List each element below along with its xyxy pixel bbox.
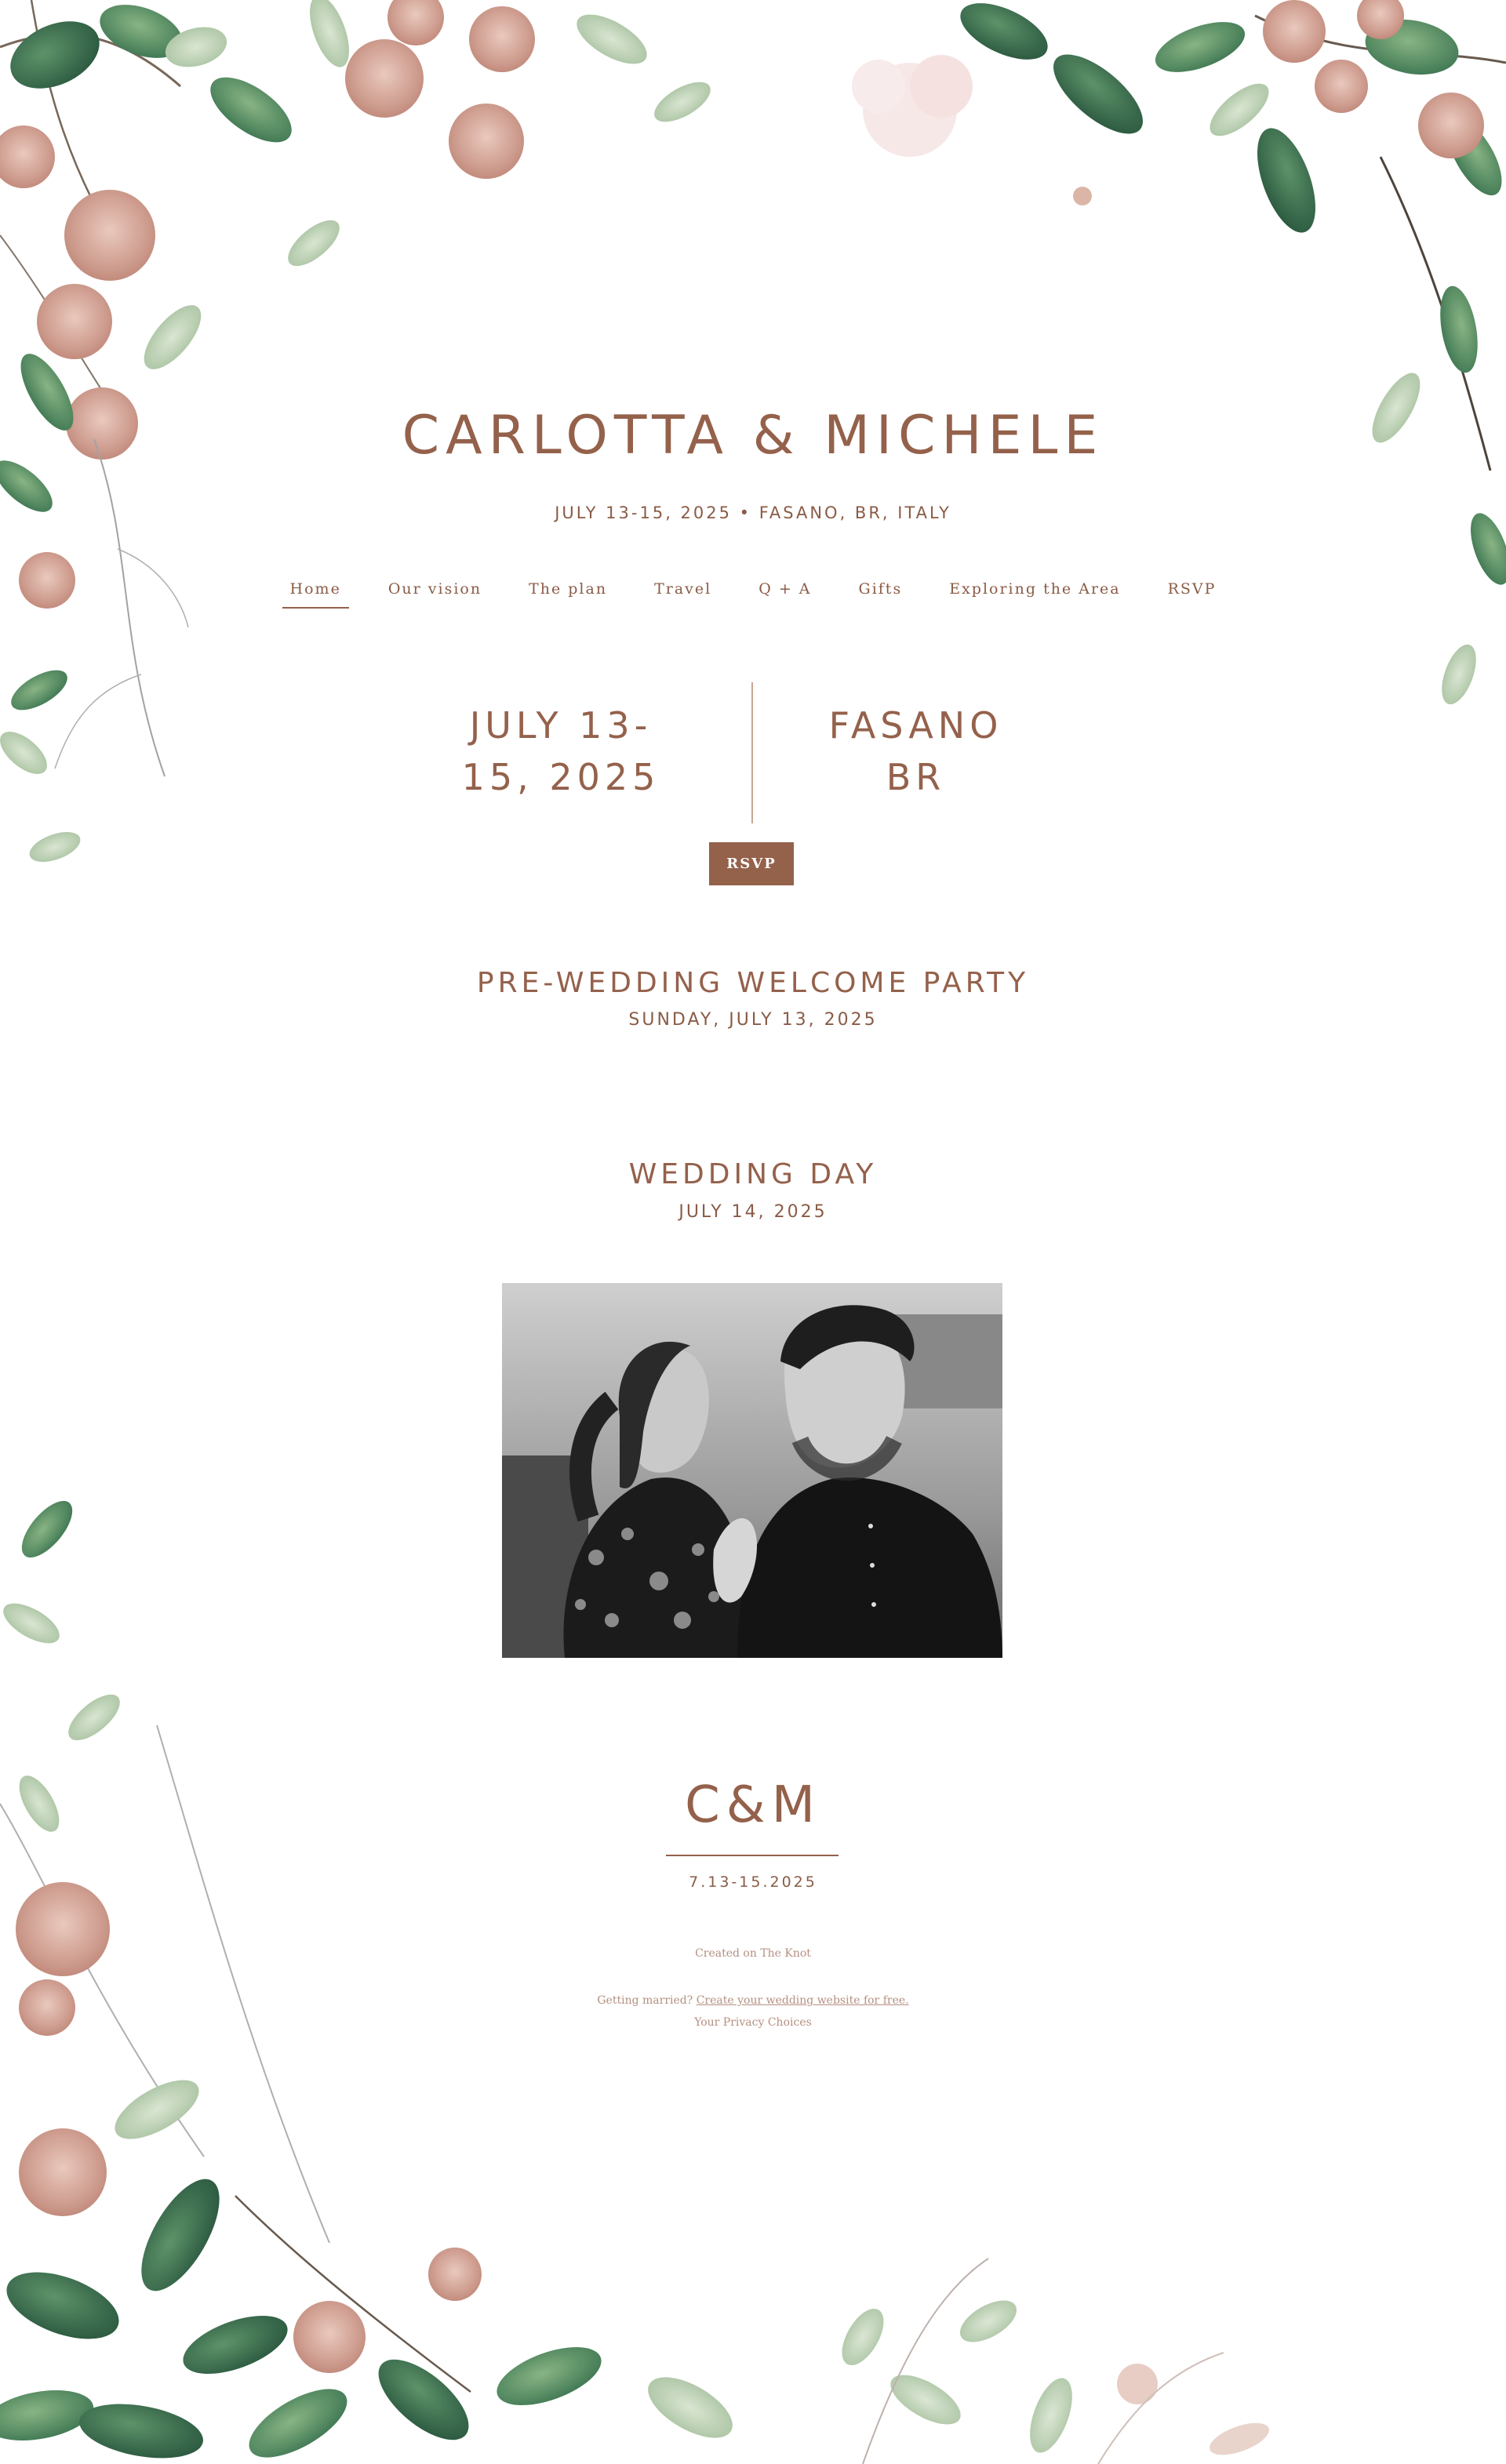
nav-item-q-and-a[interactable]: Q + A	[751, 579, 819, 609]
main-navigation: Home Our vision The plan Travel Q + A Gi…	[0, 579, 1506, 609]
hero-date-line-2: 15, 2025	[461, 756, 660, 798]
nav-item-rsvp[interactable]: RSVP	[1160, 579, 1224, 609]
tagline: JULY 13-15, 2025 • FASANO, BR, ITALY	[555, 503, 951, 522]
footer-getting-married-text: Getting married?	[597, 1994, 693, 2007]
monogram-divider	[666, 1855, 838, 1856]
couple-names: CARLOTTA & MICHELE	[402, 405, 1104, 467]
nav-item-the-plan[interactable]: The plan	[521, 579, 615, 609]
hero-location-line-1: FASANO	[828, 704, 1003, 747]
footer-created-on: Created on The Knot	[695, 1947, 811, 1960]
couple-photo	[502, 1283, 1002, 1658]
nav-item-gifts[interactable]: Gifts	[851, 579, 911, 609]
hero-date-location: JULY 13- 15, 2025 FASANO BR	[0, 682, 1506, 823]
nav-item-home[interactable]: Home	[282, 579, 349, 609]
monogram: C&M	[685, 1776, 821, 1834]
event-date-wedding-day: JULY 14, 2025	[678, 1202, 828, 1222]
footer-getting-married: Getting married? Create your wedding web…	[0, 1994, 1506, 2007]
hero-location: FASANO BR	[808, 700, 1024, 803]
monogram-date: 7.13-15.2025	[689, 1873, 817, 1891]
event-title-welcome-party: PRE-WEDDING WELCOME PARTY	[476, 967, 1030, 999]
create-website-link[interactable]: Create your wedding website for free.	[697, 1994, 909, 2007]
rsvp-button[interactable]: RSVP	[709, 842, 794, 885]
hero-divider	[751, 682, 753, 823]
privacy-choices-link[interactable]: Your Privacy Choices	[0, 2016, 1506, 2029]
nav-item-exploring-the-area[interactable]: Exploring the Area	[941, 579, 1128, 609]
nav-item-our-vision[interactable]: Our vision	[380, 579, 489, 609]
hero-date: JULY 13- 15, 2025	[439, 700, 682, 803]
page-content: CARLOTTA & MICHELE JULY 13-15, 2025 • FA…	[0, 0, 1506, 2464]
event-date-welcome-party: SUNDAY, JULY 13, 2025	[628, 1010, 878, 1030]
couple-photo-image	[502, 1283, 1002, 1658]
event-title-wedding-day: WEDDING DAY	[628, 1158, 878, 1190]
hero-date-line-1: JULY 13-	[469, 704, 653, 747]
hero-location-line-2: BR	[886, 756, 946, 798]
nav-item-travel[interactable]: Travel	[646, 579, 719, 609]
